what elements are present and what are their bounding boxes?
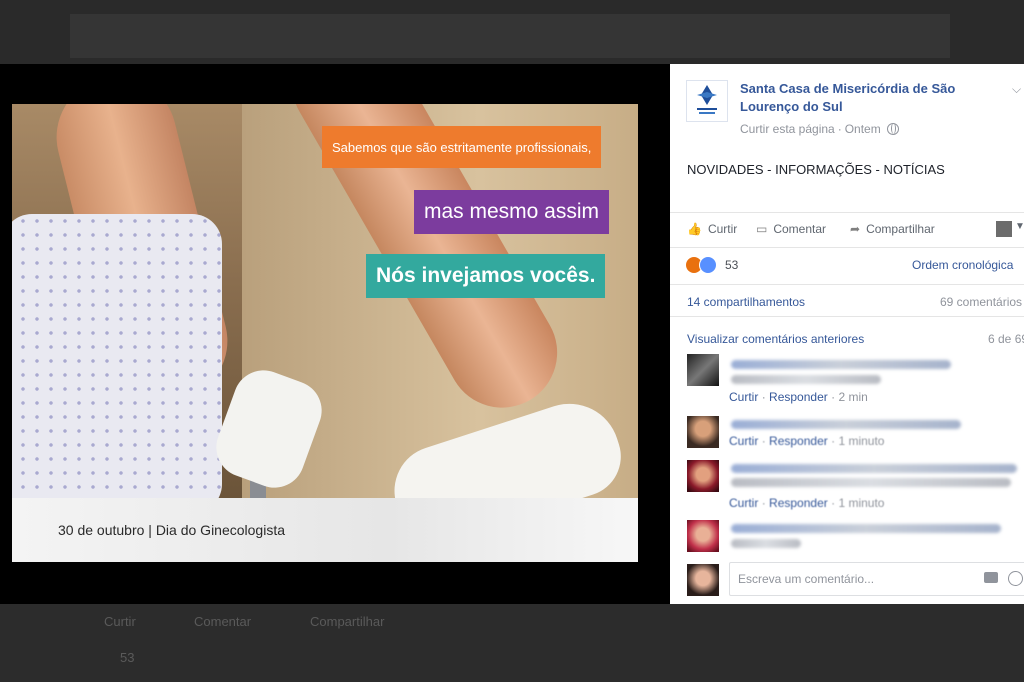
comment-input[interactable]: Escreva um comentário...: [729, 562, 1024, 596]
background-feed-bottom: Curtir Comentar Compartilhar 53: [0, 604, 1024, 682]
chevron-down-icon[interactable]: ⌵: [1012, 82, 1021, 97]
post-side-panel: Santa Casa de Misericórdia de São Louren…: [670, 64, 1024, 604]
background-feed-top: [0, 0, 1024, 64]
meta-dot: ·: [761, 390, 766, 404]
comment-button[interactable]: ▭ Comentar: [756, 222, 826, 236]
comment-time[interactable]: 1 minuto: [838, 496, 884, 510]
post-time[interactable]: Ontem: [845, 122, 881, 136]
reactions-summary[interactable]: 53: [686, 256, 738, 274]
background-post-strip: [70, 14, 950, 58]
blurred-comment-text: [731, 360, 951, 369]
blurred-comment-text: [731, 478, 1011, 487]
meta-separator: ·: [837, 122, 842, 136]
comment-like-link[interactable]: Curtir: [729, 496, 758, 510]
comment-meta: Curtir · Responder · 1 minuto: [729, 434, 884, 448]
comment-input-placeholder: Escreva um comentário...: [738, 572, 875, 586]
like-reaction-icon: [699, 256, 717, 274]
photo-banner-purple: mas mesmo assim: [414, 190, 610, 234]
globe-icon: [886, 123, 899, 135]
meta-dot: ·: [831, 434, 836, 448]
comment-label: Comentar: [773, 222, 827, 236]
page-logo[interactable]: [686, 80, 728, 122]
comment-time[interactable]: 2 min: [838, 390, 867, 404]
blurred-comment-text: [731, 375, 881, 384]
comment-reply-link[interactable]: Responder: [769, 390, 828, 404]
commenter-avatar[interactable]: [687, 354, 719, 386]
blurred-comment-text: [731, 539, 801, 548]
reaction-count: 53: [725, 258, 739, 272]
comment-bubble-icon: ▭: [756, 222, 768, 236]
share-arrow-icon: ➦: [850, 222, 861, 236]
share-button[interactable]: ➦ Compartilhar: [850, 222, 935, 236]
comment-reply-link[interactable]: Responder: [769, 496, 828, 510]
banner-text-2: mas mesmo assim: [424, 200, 600, 223]
commenter-avatar[interactable]: [687, 416, 719, 448]
camera-icon[interactable]: [984, 572, 998, 583]
shares-count-link[interactable]: 14 compartilhamentos: [687, 295, 805, 309]
comment-composer: Escreva um comentário...: [687, 562, 1024, 598]
comment-like-link[interactable]: Curtir: [729, 390, 758, 404]
meta-dot: ·: [831, 496, 836, 510]
background-comment-action: Comentar: [194, 614, 252, 629]
comment-time[interactable]: 1 minuto: [838, 434, 884, 448]
comment-like-link[interactable]: Curtir: [729, 434, 758, 448]
like-page-link[interactable]: Curtir esta página: [740, 122, 835, 136]
photo-gown: [12, 214, 222, 498]
comment-meta: Curtir · Responder · 1 minuto: [729, 496, 884, 510]
banner-text-1: Sabemos que são estritamente profissiona…: [332, 139, 592, 155]
caret-down-icon[interactable]: ▼: [1015, 221, 1024, 232]
previous-comments-row: Visualizar comentários anteriores 6 de 6…: [670, 316, 1024, 346]
blurred-comment-text: [731, 420, 961, 429]
emoji-icon[interactable]: [1008, 571, 1023, 586]
photo-caption-bar: 30 de outubro | Dia do Ginecologista: [12, 498, 638, 562]
comment-item: Curtir · Responder · 2 min: [687, 354, 1017, 404]
thumbs-up-icon: 👍: [687, 222, 702, 236]
meta-dot: ·: [831, 390, 836, 404]
background-reaction-count: 53: [120, 650, 135, 665]
post-text: NOVIDADES - INFORMAÇÕES - NOTÍCIAS: [687, 162, 945, 177]
santa-casa-logo-icon: [697, 85, 717, 114]
post-as-avatar[interactable]: [996, 221, 1012, 237]
page-name-link[interactable]: Santa Casa de Misericórdia de São Louren…: [740, 80, 1000, 116]
commenter-avatar[interactable]: [687, 520, 719, 552]
blurred-comment-text: [731, 464, 1017, 473]
photo-caption: 30 de outubro | Dia do Ginecologista: [58, 522, 286, 538]
comment-reply-link[interactable]: Responder: [769, 434, 828, 448]
post-actions-bar: 👍 Curtir ▭ Comentar ➦ Compartilhar ▼: [670, 212, 1024, 248]
meta-dot: ·: [761, 496, 766, 510]
share-comment-counts: 14 compartilhamentos 69 comentários: [670, 284, 1024, 315]
post-meta: Curtir esta página · Ontem: [740, 122, 899, 136]
comments-count[interactable]: 69 comentários: [940, 295, 1022, 309]
banner-text-3: Nós invejamos vocês.: [376, 264, 596, 287]
comment-item: Curtir · Responder · 1 minuto: [687, 460, 1017, 510]
like-button[interactable]: 👍 Curtir: [687, 222, 737, 236]
comment-item: [687, 520, 1017, 556]
comment-meta: Curtir · Responder · 2 min: [729, 390, 868, 404]
photo-banner-orange: Sabemos que são estritamente profissiona…: [322, 126, 602, 168]
blurred-comment-text: [731, 524, 1001, 533]
commenter-avatar[interactable]: [687, 460, 719, 492]
view-previous-comments-link[interactable]: Visualizar comentários anteriores: [687, 332, 864, 346]
background-share-action: Compartilhar: [310, 614, 385, 629]
photo-banner-teal: Nós invejamos vocês.: [366, 254, 606, 298]
background-like-action: Curtir: [104, 614, 136, 629]
comment-order-selector[interactable]: Ordem cronológica: [912, 258, 1013, 272]
like-label: Curtir: [707, 222, 738, 236]
meta-dot: ·: [761, 434, 766, 448]
comment-item: Curtir · Responder · 1 minuto: [687, 416, 1017, 456]
comments-range: 6 de 69: [988, 332, 1024, 346]
share-label: Compartilhar: [866, 222, 935, 236]
current-user-avatar[interactable]: [687, 564, 719, 596]
